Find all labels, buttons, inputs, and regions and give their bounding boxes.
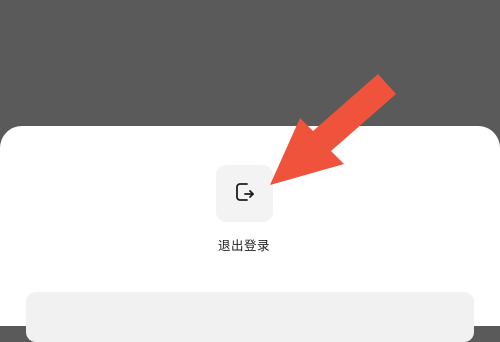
logout-icon-tile (216, 165, 273, 222)
logout-label: 退出登录 (217, 238, 270, 253)
bottom-sheet: 退出登录 (0, 126, 500, 342)
logout-icon (234, 181, 256, 207)
logout-button[interactable]: 退出登录 (198, 164, 290, 259)
cancel-button[interactable] (26, 292, 474, 342)
